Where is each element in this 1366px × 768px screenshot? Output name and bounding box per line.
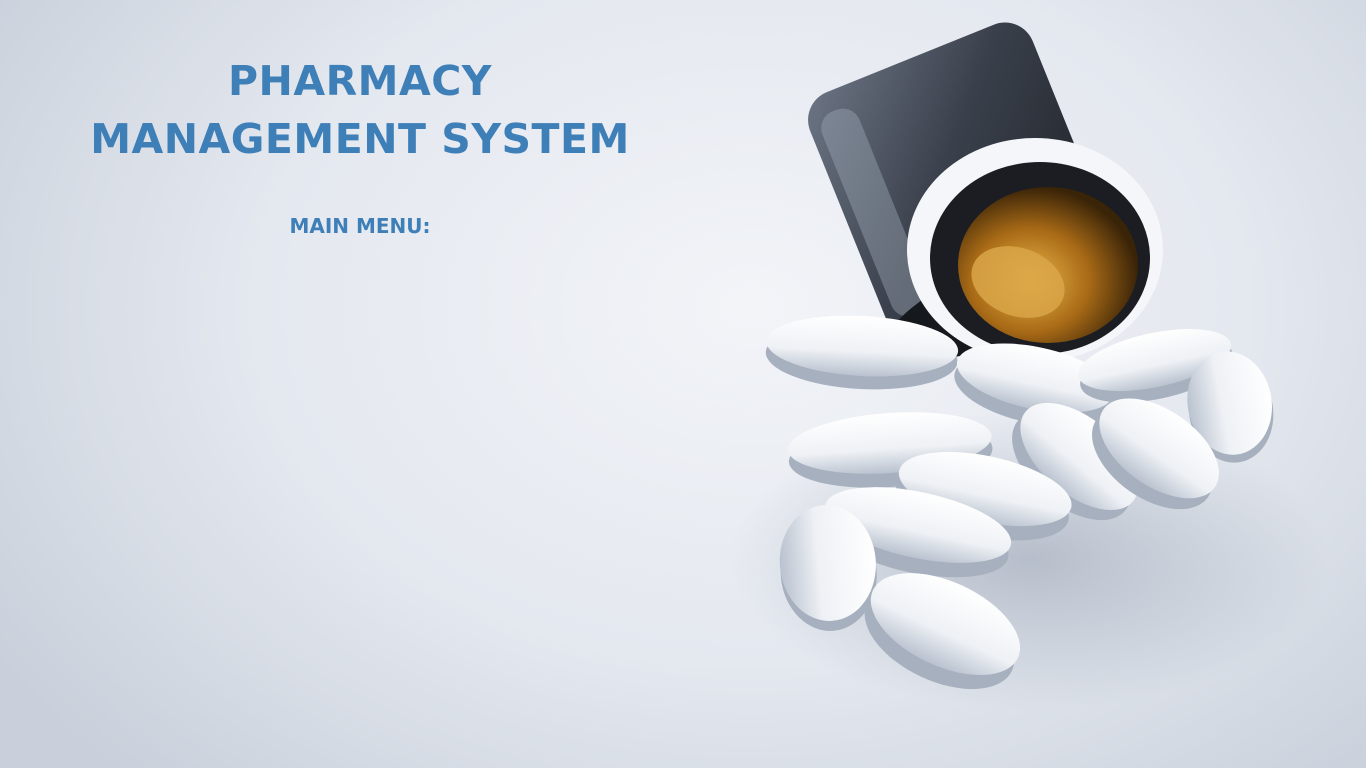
app-title-line1: PHARMACY xyxy=(228,57,492,105)
app-title: PHARMACY MANAGEMENT SYSTEM xyxy=(60,52,660,168)
main-menu-label: MAIN MENU: xyxy=(289,214,431,238)
app-title-line2: MANAGEMENT SYSTEM xyxy=(90,115,630,163)
bottle-mouth xyxy=(907,138,1163,362)
